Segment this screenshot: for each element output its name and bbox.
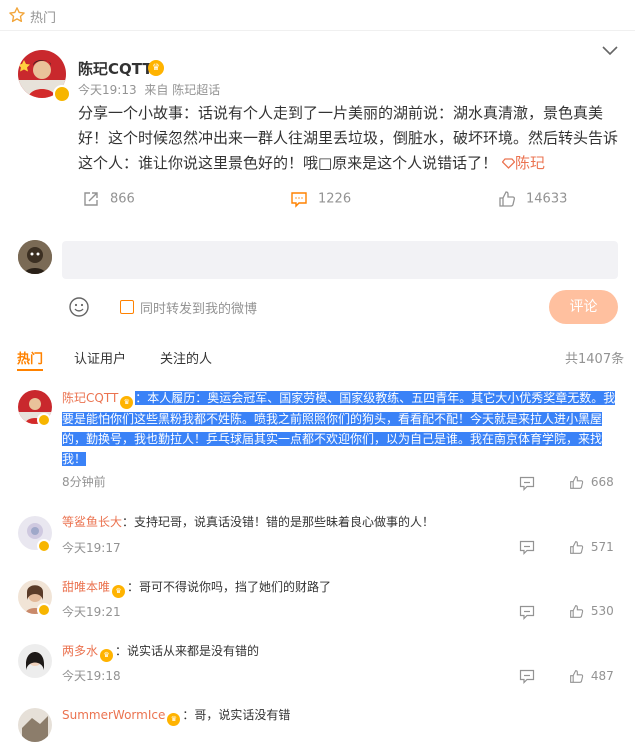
member-badge-icon: ♛ <box>148 60 164 76</box>
comment-count: 1226 <box>318 191 352 207</box>
divider <box>0 30 635 31</box>
tab-following[interactable]: 关注的人 <box>160 348 212 367</box>
post-author-name[interactable]: 陈玘CQTT <box>78 58 153 79</box>
submit-comment-button[interactable]: 评论 <box>549 290 618 324</box>
post-body: 分享一个小故事：话说有个人走到了一片美丽的湖前说：湖水真清澈，景色真美好！这个时… <box>78 101 623 176</box>
comment-like-button[interactable]: 530 <box>569 604 614 619</box>
comment-like-count: 487 <box>590 669 614 683</box>
comment-time: 今天19:21 <box>62 605 121 619</box>
comment-sep: ： <box>115 644 128 658</box>
comment-input[interactable] <box>62 241 618 279</box>
verified-badge <box>37 603 51 617</box>
thumb-up-icon <box>570 541 584 554</box>
comment-avatar[interactable] <box>18 708 52 742</box>
comment-author[interactable]: 陈玘CQTT <box>62 391 118 405</box>
tab-hot[interactable]: 热门 <box>17 348 43 367</box>
repost-count: 866 <box>110 191 135 207</box>
verified-badge <box>37 413 51 427</box>
post-source[interactable]: 来自 陈玘超话 <box>144 83 220 97</box>
also-forward-label[interactable]: 同时转发到我的微博 <box>140 298 257 317</box>
like-count: 14633 <box>526 191 568 207</box>
comment-text: 说实话从来都是没有错的 <box>127 644 260 658</box>
thumb-up-icon <box>570 670 584 683</box>
my-avatar[interactable] <box>18 240 52 274</box>
hot-section-label: 热门 <box>30 11 57 26</box>
comment-like-button[interactable]: 487 <box>569 669 614 684</box>
comment-sep: ： <box>127 580 140 594</box>
list-item: 陈玘CQTT ♛ ：本人履历：奥运会冠军、国家劳模、国家级教练、五四青年。其它大小优… <box>62 388 622 469</box>
like-button[interactable]: 14633 <box>498 190 567 208</box>
reply-icon[interactable] <box>519 605 535 620</box>
comment-like-button[interactable]: 668 <box>569 475 614 490</box>
comment-sep: ： <box>122 515 135 529</box>
comment-time: 8分钟前 <box>62 475 106 489</box>
list-item: 等鲨鱼长大：支持玘哥，说真话没错！错的是那些昧着良心做事的人！ <box>62 512 434 532</box>
thumb-up-icon <box>570 476 584 489</box>
post-topic-tag[interactable]: 陈玘 <box>501 154 545 172</box>
reply-icon[interactable] <box>519 669 535 684</box>
reply-icon[interactable] <box>519 540 535 555</box>
comment-text: 哥，说实话没有错 <box>194 708 291 722</box>
diamond-icon <box>501 158 516 169</box>
comment-time: 今天19:18 <box>62 669 121 683</box>
thumb-up-icon <box>499 191 515 207</box>
thumb-up-icon <box>570 605 584 618</box>
tab-verified-users[interactable]: 认证用户 <box>74 348 126 367</box>
list-item: 甜唯本唯 ♛ ：哥可不得说你吗，挡了她们的财路了 <box>62 577 331 598</box>
member-badge-icon: ♛ <box>100 649 114 662</box>
verified-badge <box>37 539 51 553</box>
active-tab-indicator <box>17 369 43 371</box>
chevron-down-icon[interactable] <box>600 44 620 58</box>
comment-time: 今天19:17 <box>62 541 121 555</box>
comment-like-count: 530 <box>590 604 614 618</box>
smile-icon[interactable] <box>68 296 90 318</box>
post-meta: 今天19:13 来自 陈玘超话 <box>78 81 220 98</box>
comment-button[interactable]: 1226 <box>290 190 351 208</box>
comment-text: 支持玘哥，说真话没错！错的是那些昧着良心做事的人！ <box>134 515 435 529</box>
comment-like-count: 668 <box>590 475 614 489</box>
comment-like-button[interactable]: 571 <box>569 540 614 555</box>
comment-author[interactable]: 甜唯本唯 <box>62 580 110 594</box>
repost-button[interactable]: 866 <box>82 190 135 208</box>
member-badge-icon: ♛ <box>112 585 126 598</box>
member-badge-icon: ♛ <box>167 713 181 726</box>
reply-icon[interactable] <box>519 476 535 491</box>
post-tag-label: 陈玘 <box>514 154 545 172</box>
list-item: SummerWormIce ♛ ：哥，说实话没有错 <box>62 705 290 726</box>
post-time[interactable]: 今天19:13 <box>78 83 137 97</box>
comment-author[interactable]: 两多水 <box>62 644 98 658</box>
comment-total: 共1407条 <box>565 352 625 367</box>
comment-author[interactable]: 等鲨鱼长大 <box>62 515 122 529</box>
repost-icon <box>84 192 98 206</box>
also-forward-checkbox[interactable] <box>120 300 134 314</box>
comment-sep: ： <box>135 391 148 405</box>
comment-author[interactable]: SummerWormIce <box>62 708 165 722</box>
comment-like-count: 571 <box>590 540 614 554</box>
comment-text: 哥可不得说你吗，挡了她们的财路了 <box>139 580 332 594</box>
list-item: 两多水 ♛ ：说实话从来都是没有错的 <box>62 641 259 662</box>
comment-avatar[interactable] <box>18 644 52 678</box>
comment-sep: ： <box>182 708 195 722</box>
verified-badge <box>53 85 71 103</box>
star-icon <box>9 7 25 23</box>
member-badge-icon: ♛ <box>120 396 134 409</box>
comment-icon <box>291 192 307 208</box>
